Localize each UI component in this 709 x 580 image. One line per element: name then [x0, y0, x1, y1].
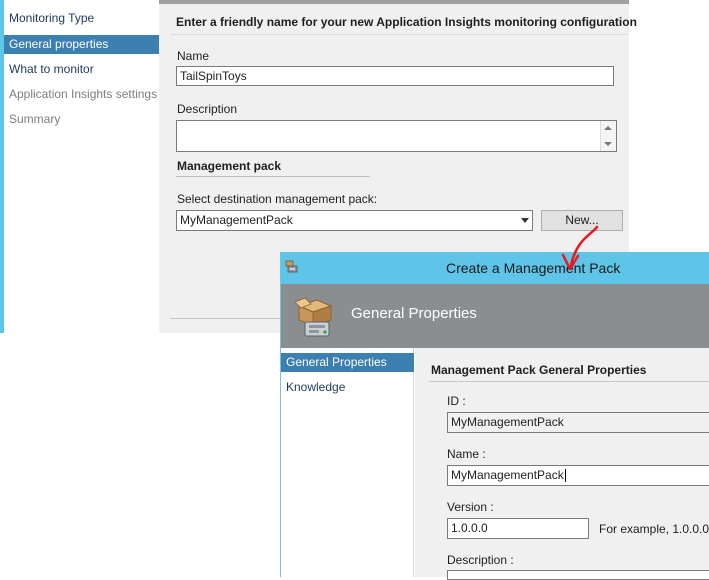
sidebar-item-summary: Summary: [9, 112, 61, 126]
management-pack-icon: [285, 260, 298, 273]
dropdown-arrow-icon[interactable]: [521, 218, 529, 223]
version-hint: For example, 1.0.0.0: [599, 522, 709, 536]
id-field: MyManagementPack: [447, 412, 709, 433]
name-input[interactable]: TailSpinToys: [176, 66, 614, 86]
description-input[interactable]: [176, 120, 617, 152]
description-label: Description: [177, 102, 238, 116]
create-management-pack-dialog: Create a Management Pack General Propert…: [280, 252, 709, 580]
management-pack-banner-icon: [294, 297, 333, 337]
dialog-nav: General Properties Knowledge: [281, 348, 414, 577]
sidebar-item-what-to-monitor[interactable]: What to monitor: [4, 60, 159, 79]
wizard-top-border: [159, 0, 629, 4]
management-pack-section-title: Management pack: [177, 159, 282, 173]
dialog-section-title: Management Pack General Properties: [431, 363, 647, 377]
divider: [170, 34, 628, 35]
dialog-banner: [281, 284, 709, 348]
version-label: Version :: [447, 500, 494, 514]
dialog-nav-general-properties[interactable]: General Properties: [281, 353, 414, 372]
banner-title: General Properties: [351, 305, 477, 322]
wizard-sidebar: Monitoring Type General properties What …: [4, 0, 159, 333]
section-divider: [429, 381, 709, 382]
dialog-content: Management Pack General Properties ID : …: [415, 348, 709, 580]
dialog-titlebar[interactable]: Create a Management Pack: [281, 252, 709, 284]
scroll-up-icon[interactable]: [604, 126, 612, 130]
dialog-description-label: Description :: [447, 553, 514, 567]
annotation-arrow: [561, 225, 599, 271]
sidebar-item-application-insights-settings: Application Insights settings: [9, 87, 158, 101]
id-label: ID :: [447, 394, 466, 408]
dialog-name-label: Name :: [447, 447, 486, 461]
dialog-name-input[interactable]: MyManagementPack: [447, 465, 709, 486]
mp-select-label: Select destination management pack:: [177, 192, 378, 206]
dialog-description-input[interactable]: [447, 570, 709, 580]
dialog-nav-knowledge[interactable]: Knowledge: [281, 378, 414, 397]
sidebar-item-general-properties[interactable]: General properties: [4, 35, 159, 54]
management-pack-select[interactable]: MyManagementPack: [176, 210, 533, 231]
dialog-name-value: MyManagementPack: [451, 468, 564, 482]
description-scrollbar[interactable]: [600, 121, 616, 151]
name-label: Name: [177, 49, 210, 63]
version-input[interactable]: 1.0.0.0: [447, 518, 589, 539]
page-title: Enter a friendly name for your new Appli…: [176, 15, 637, 29]
text-caret: [564, 469, 566, 483]
section-divider: [176, 176, 370, 177]
management-pack-select-value: MyManagementPack: [180, 213, 293, 227]
scroll-down-icon[interactable]: [604, 142, 612, 146]
sidebar-item-monitoring-type[interactable]: Monitoring Type: [4, 9, 159, 28]
